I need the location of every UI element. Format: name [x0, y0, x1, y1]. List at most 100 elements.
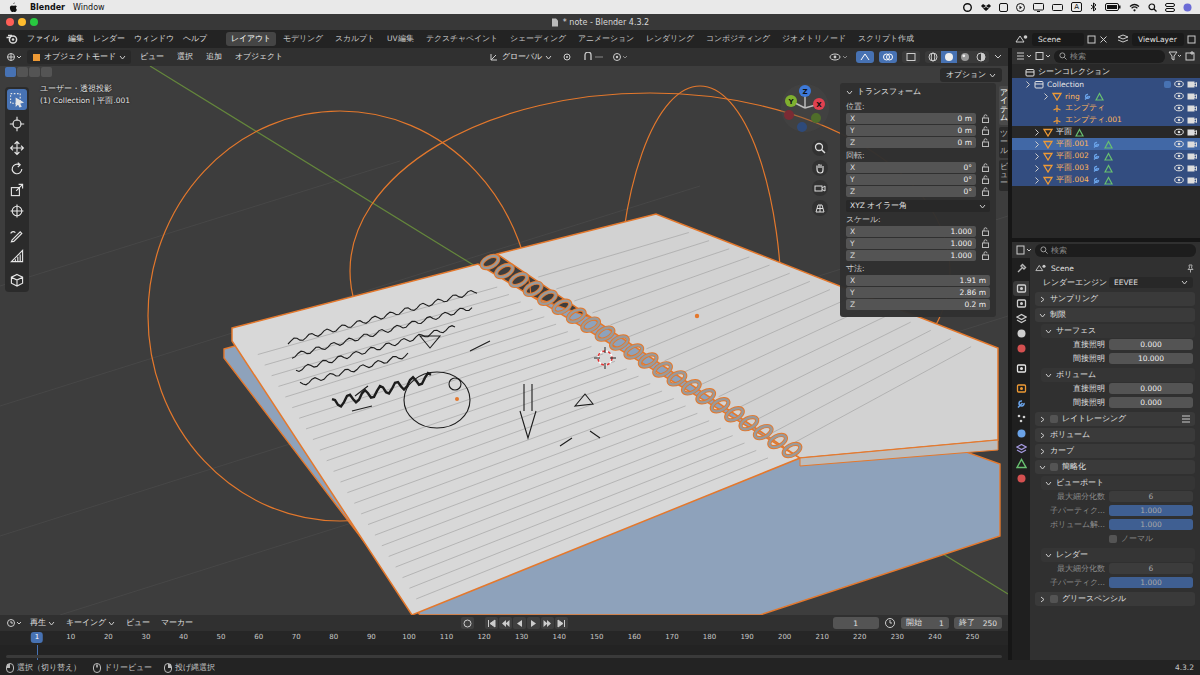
- properties-tab[interactable]: [1013, 411, 1029, 426]
- subpanel-header[interactable]: ボリューム: [1041, 368, 1195, 382]
- end-frame-field[interactable]: 終了250: [954, 617, 1002, 629]
- workspace-tab[interactable]: モデリング: [278, 32, 328, 46]
- new-scene-icon[interactable]: [1087, 35, 1096, 44]
- slider-field[interactable]: 1.000: [1109, 505, 1193, 516]
- select-new-button[interactable]: [5, 67, 16, 77]
- properties-tab[interactable]: [1013, 296, 1029, 311]
- properties-tab[interactable]: [1013, 456, 1029, 471]
- unlocked-icon[interactable]: [981, 227, 990, 236]
- collapsed-arrow-icon[interactable]: [1034, 177, 1040, 184]
- render-camera-icon[interactable]: [1187, 140, 1197, 148]
- next-key-button[interactable]: [541, 617, 554, 629]
- panel-checkbox[interactable]: [1050, 415, 1058, 423]
- tool-button[interactable]: [7, 200, 27, 221]
- siri-icon[interactable]: [1183, 3, 1192, 12]
- scrollbar[interactable]: [6, 655, 1002, 658]
- render-camera-icon[interactable]: [1187, 152, 1197, 160]
- number-field[interactable]: X0°: [846, 162, 976, 173]
- timeline-menu[interactable]: 再生: [27, 618, 58, 628]
- presets-list-icon[interactable]: [1181, 415, 1191, 423]
- wireframe-shading-button[interactable]: [925, 51, 941, 63]
- display-mode-icon[interactable]: [1035, 51, 1051, 61]
- editor-type-icon[interactable]: [1016, 51, 1032, 61]
- apple-logo-icon[interactable]: [8, 2, 18, 13]
- panel-header[interactable]: トランスフォーム: [846, 85, 990, 99]
- properties-tab[interactable]: [1013, 396, 1029, 411]
- exclude-checkbox[interactable]: [1164, 81, 1171, 88]
- unlocked-icon[interactable]: [981, 251, 990, 260]
- timeline-track[interactable]: [0, 645, 1008, 660]
- new-view-layer-icon[interactable]: [1187, 35, 1196, 44]
- prev-key-button[interactable]: [499, 617, 512, 629]
- number-field[interactable]: 0.000: [1109, 339, 1193, 350]
- mesh-data-icon[interactable]: [1104, 140, 1113, 149]
- outliner-row[interactable]: エンプティ.001: [1012, 114, 1200, 126]
- workspace-tab[interactable]: テクスチャペイント: [421, 32, 503, 46]
- select-invert-button[interactable]: [41, 67, 52, 77]
- play-reverse-button[interactable]: [513, 617, 526, 629]
- creative-cloud-icon[interactable]: [962, 3, 973, 12]
- number-field[interactable]: Z0.2 m: [846, 299, 990, 310]
- search-icon[interactable]: [1148, 3, 1157, 12]
- wifi-icon[interactable]: [1129, 3, 1140, 12]
- eye-open-icon[interactable]: [1174, 140, 1184, 148]
- outliner-row[interactable]: 平面.003: [1012, 162, 1200, 174]
- clock-icon[interactable]: [884, 617, 896, 629]
- zoom-button[interactable]: [812, 140, 828, 156]
- sidebar-tab[interactable]: ツール: [999, 127, 1009, 158]
- eye-open-icon[interactable]: [1174, 152, 1184, 160]
- jump-end-button[interactable]: [555, 617, 568, 629]
- number-field[interactable]: Z0°: [846, 186, 976, 197]
- grid-icon[interactable]: [999, 3, 1008, 12]
- wrench-icon[interactable]: [1092, 140, 1101, 149]
- mesh-data-icon[interactable]: [1104, 152, 1113, 161]
- editor-type-icon[interactable]: [6, 618, 22, 628]
- play-button[interactable]: [527, 617, 540, 629]
- main-menu-item[interactable]: ファイル: [23, 32, 63, 46]
- unlocked-icon[interactable]: [981, 114, 990, 123]
- slider-field[interactable]: 1.000: [1109, 577, 1193, 588]
- number-field[interactable]: Y2.86 m: [846, 287, 990, 298]
- viewport-menu-item[interactable]: ビュー: [136, 50, 168, 64]
- properties-tab[interactable]: [1013, 471, 1029, 486]
- start-frame-field[interactable]: 開始1: [901, 617, 949, 629]
- tool-button[interactable]: [7, 137, 27, 158]
- tool-button[interactable]: [7, 89, 27, 110]
- shading-dropdown-icon[interactable]: [994, 54, 1002, 60]
- input-source-badge[interactable]: A: [1071, 2, 1082, 12]
- new-collection-icon[interactable]: [1185, 51, 1196, 61]
- gizmo-toggle[interactable]: [856, 51, 874, 63]
- workspace-tab[interactable]: スカルプト: [330, 32, 380, 46]
- blender-logo-icon[interactable]: [6, 34, 18, 44]
- collapsed-arrow-icon[interactable]: [1034, 153, 1040, 160]
- tool-button[interactable]: [7, 179, 27, 200]
- wrench-icon[interactable]: [1092, 164, 1101, 173]
- filter-icon[interactable]: [1168, 51, 1182, 61]
- select-subtract-button[interactable]: [29, 67, 40, 77]
- properties-tab[interactable]: [1013, 261, 1029, 276]
- panel-header[interactable]: サンプリング: [1035, 292, 1195, 306]
- panel-checkbox[interactable]: [1050, 595, 1058, 603]
- tool-button[interactable]: [7, 269, 27, 290]
- eye-open-icon[interactable]: [1174, 128, 1184, 136]
- unlocked-icon[interactable]: [981, 126, 990, 135]
- dropbox-icon[interactable]: [981, 3, 991, 12]
- main-menu-item[interactable]: ウィンドウ: [130, 32, 178, 46]
- wrench-icon[interactable]: [1092, 176, 1101, 185]
- outliner-row[interactable]: ring: [1012, 90, 1200, 102]
- main-menu-item[interactable]: ヘルプ: [179, 32, 211, 46]
- solid-shading-button[interactable]: [941, 51, 957, 63]
- pin-icon[interactable]: [1186, 264, 1195, 273]
- outliner-row[interactable]: シーンコレクション: [1012, 66, 1200, 78]
- playhead[interactable]: 1: [31, 632, 43, 643]
- tool-button[interactable]: [7, 158, 27, 179]
- outliner-row[interactable]: Collection: [1012, 78, 1200, 90]
- transform-orientation-dropdown[interactable]: グローバル: [484, 50, 557, 64]
- scene-selector[interactable]: Scene: [1032, 33, 1084, 46]
- number-field[interactable]: Y0°: [846, 174, 976, 185]
- main-menu-item[interactable]: 編集: [64, 32, 88, 46]
- pivot-icon[interactable]: [562, 52, 578, 62]
- rotation-mode-dropdown[interactable]: XYZ オイラー角: [846, 200, 990, 212]
- overlay-toggle[interactable]: [879, 51, 897, 63]
- unlocked-icon[interactable]: [981, 175, 990, 184]
